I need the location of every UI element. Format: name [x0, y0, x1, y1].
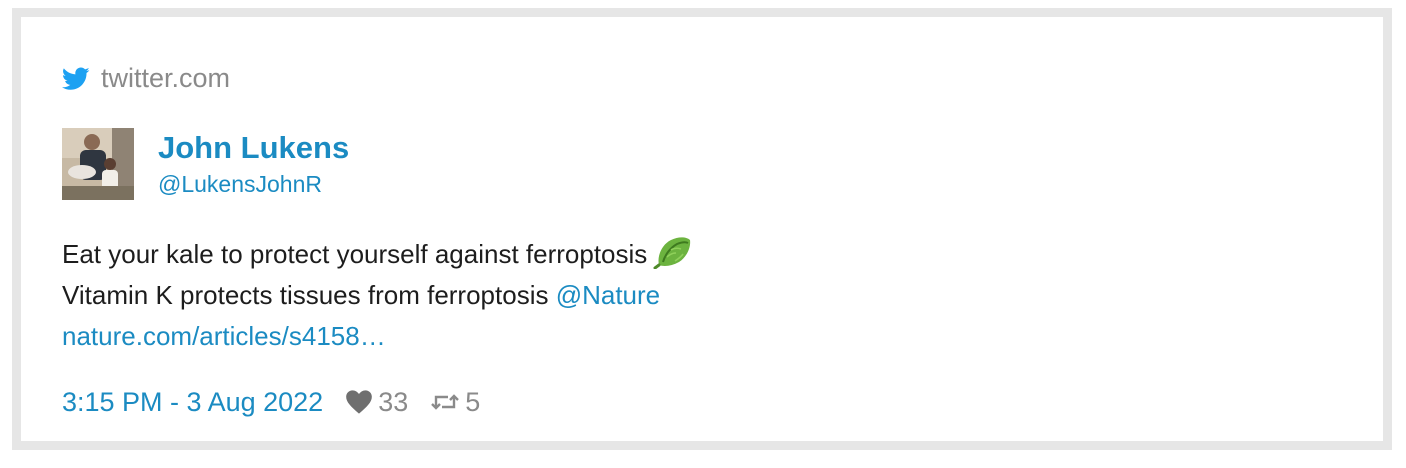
- tweet-line-2: Vitamin K protects tissues from ferropto…: [62, 275, 693, 316]
- twitter-bird-icon: [62, 66, 90, 90]
- timestamp-link[interactable]: 3:15 PM - 3 Aug 2022: [62, 386, 323, 418]
- tweet-card: twitter.com John Lukens @LukensJohnR Eat…: [21, 17, 1383, 441]
- retweet-button[interactable]: 5: [408, 386, 480, 418]
- author-block: John Lukens @LukensJohnR: [158, 131, 349, 198]
- tweet-text: Eat your kale to protect yourself agains…: [62, 234, 693, 357]
- article-link[interactable]: nature.com/articles/s4158…: [62, 321, 386, 351]
- embed-frame: twitter.com John Lukens @LukensJohnR Eat…: [12, 8, 1392, 450]
- tweet-line-3: nature.com/articles/s4158…: [62, 316, 693, 357]
- avatar-photo: [62, 128, 134, 200]
- author-name[interactable]: John Lukens: [158, 131, 349, 165]
- like-count: 33: [378, 387, 409, 417]
- source-link[interactable]: twitter.com: [62, 63, 230, 94]
- avatar[interactable]: [62, 128, 134, 200]
- tweet-line-1-text: Eat your kale to protect yourself agains…: [62, 239, 648, 269]
- retweet-count: 5: [465, 387, 481, 417]
- tweet-line-1: Eat your kale to protect yourself agains…: [62, 234, 693, 275]
- leafy-green-icon: [653, 237, 691, 269]
- author-handle[interactable]: @LukensJohnR: [158, 171, 349, 197]
- heart-icon: [346, 390, 373, 414]
- tweet-line-2-text: Vitamin K protects tissues from ferropto…: [62, 280, 556, 310]
- mention-link[interactable]: @Nature: [556, 280, 660, 310]
- like-button[interactable]: 33: [323, 386, 408, 418]
- retweet-icon: [431, 394, 460, 410]
- source-label: twitter.com: [101, 63, 231, 93]
- tweet-footer: 3:15 PM - 3 Aug 2022 33 5: [62, 386, 480, 418]
